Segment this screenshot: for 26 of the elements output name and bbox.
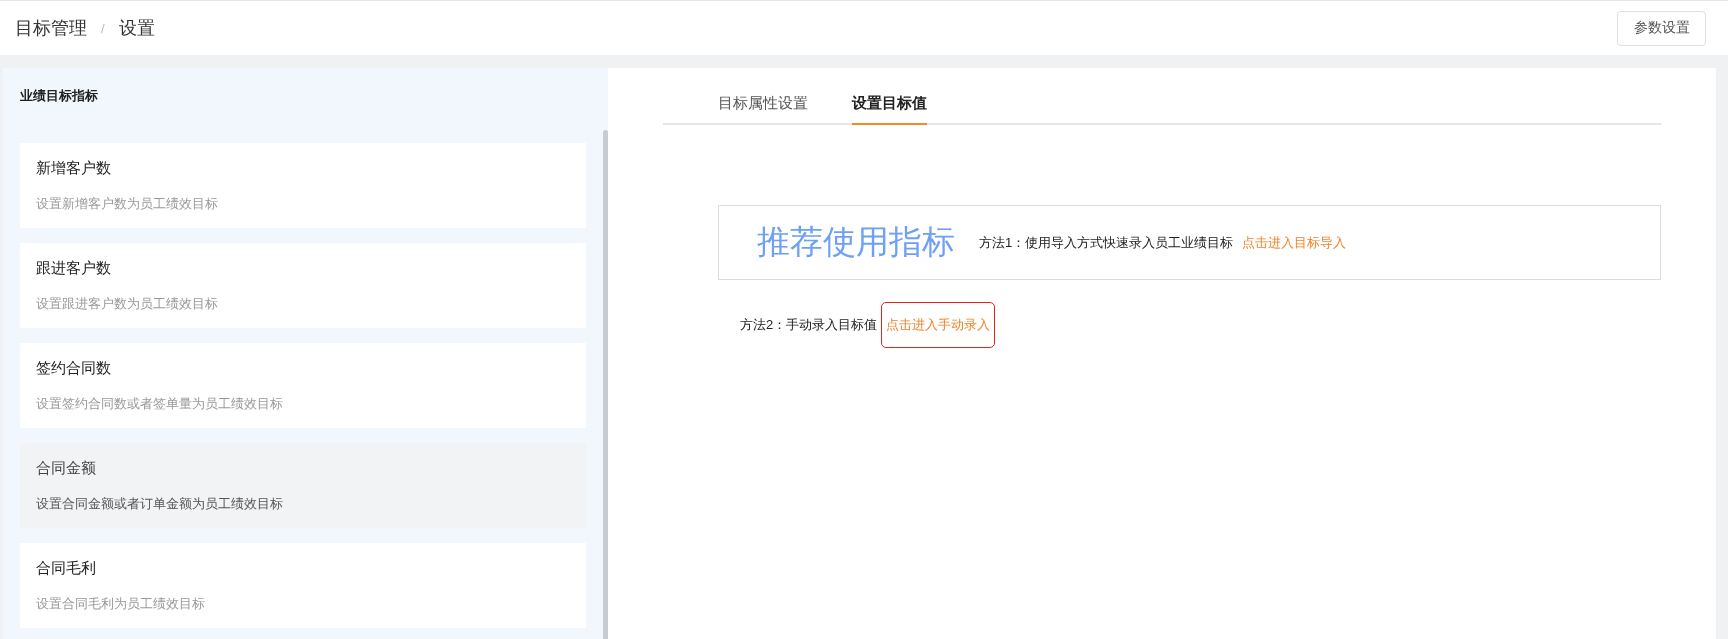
scrollbar[interactable] <box>603 130 608 639</box>
metric-title: 合同金额 <box>36 458 97 478</box>
sidebar-title: 业绩目标指标 <box>20 87 99 105</box>
metric-description: 设置跟进客户数为员工绩效目标 <box>36 294 219 313</box>
metric-title: 合同毛利 <box>36 558 97 578</box>
metric-title: 跟进客户数 <box>36 258 112 278</box>
method-text: 方法2：手动录入目标值 <box>740 316 878 334</box>
metric-description: 设置合同毛利为员工绩效目标 <box>36 594 206 613</box>
recommend-heading: 推荐使用指标 <box>757 222 955 262</box>
metric-card[interactable]: 签约合同数 设置签约合同数或者签单量为员工绩效目标 <box>20 343 586 428</box>
method-text: 方法1：使用导入方式快速录入员工业绩目标 <box>979 233 1234 252</box>
metric-card[interactable]: 合同毛利 设置合同毛利为员工绩效目标 <box>20 543 586 628</box>
breadcrumb-separator: / <box>101 20 105 36</box>
settings-button[interactable]: 参数设置 <box>1617 10 1706 46</box>
tab[interactable]: 设置目标值 <box>852 86 927 125</box>
metric-title: 新增客户数 <box>36 158 112 178</box>
tab[interactable]: 目标属性设置 <box>718 86 808 125</box>
breadcrumb-item: 设置 <box>118 17 155 40</box>
metric-card[interactable]: 跟进客户数 设置跟进客户数为员工绩效目标 <box>20 243 586 328</box>
metric-card[interactable]: 合同金额 设置合同金额或者订单金额为员工绩效目标 <box>20 443 586 528</box>
breadcrumb-item[interactable]: 目标管理 <box>15 16 87 40</box>
metric-description: 设置合同金额或者订单金额为员工绩效目标 <box>36 494 284 513</box>
metric-card[interactable]: 新增客户数 设置新增客户数为员工绩效目标 <box>20 143 586 228</box>
metric-description: 设置签约合同数或者签单量为员工绩效目标 <box>36 394 284 413</box>
metric-description: 设置新增客户数为员工绩效目标 <box>36 194 219 213</box>
metric-title: 签约合同数 <box>36 358 112 378</box>
